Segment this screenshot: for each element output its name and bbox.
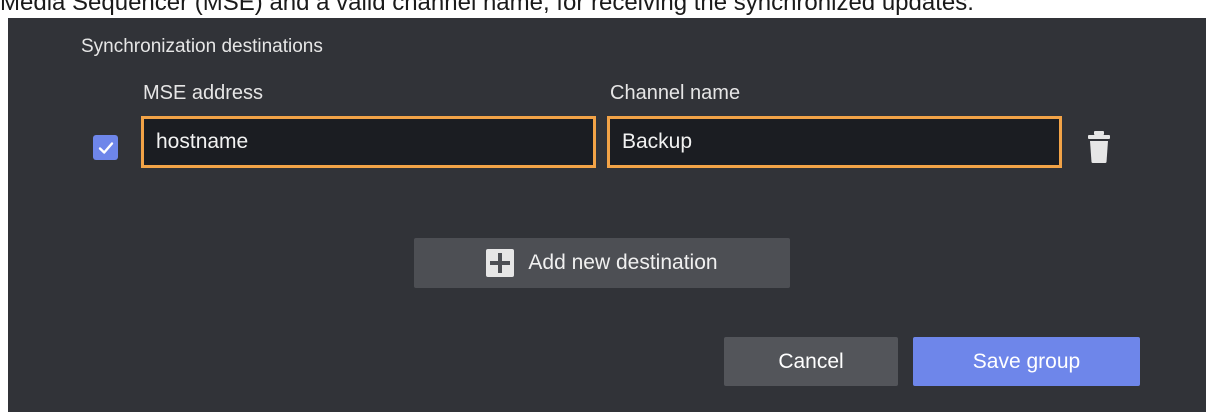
sync-destinations-dialog: Synchronization destinations MSE address…	[8, 18, 1206, 412]
delete-destination-button[interactable]	[1084, 130, 1114, 164]
add-new-destination-button[interactable]: Add new destination	[414, 238, 790, 288]
save-group-button-label: Save group	[972, 349, 1081, 373]
save-group-button[interactable]: Save group	[913, 337, 1140, 386]
page-caption: Media Sequencer (MSE) and a valid channe…	[0, 0, 974, 16]
section-label: Synchronization destinations	[81, 36, 323, 57]
channel-name-column-label: Channel name	[610, 82, 741, 104]
trash-icon	[1088, 131, 1110, 163]
add-new-destination-label: Add new destination	[528, 251, 718, 274]
destination-enabled-checkbox[interactable]	[93, 135, 118, 160]
check-icon	[98, 141, 113, 154]
cancel-button-label: Cancel	[778, 349, 844, 373]
plus-icon	[486, 249, 515, 277]
mse-address-input[interactable]	[141, 116, 596, 168]
channel-name-input[interactable]	[607, 116, 1062, 168]
cancel-button[interactable]: Cancel	[724, 337, 898, 386]
mse-address-column-label: MSE address	[143, 82, 264, 104]
